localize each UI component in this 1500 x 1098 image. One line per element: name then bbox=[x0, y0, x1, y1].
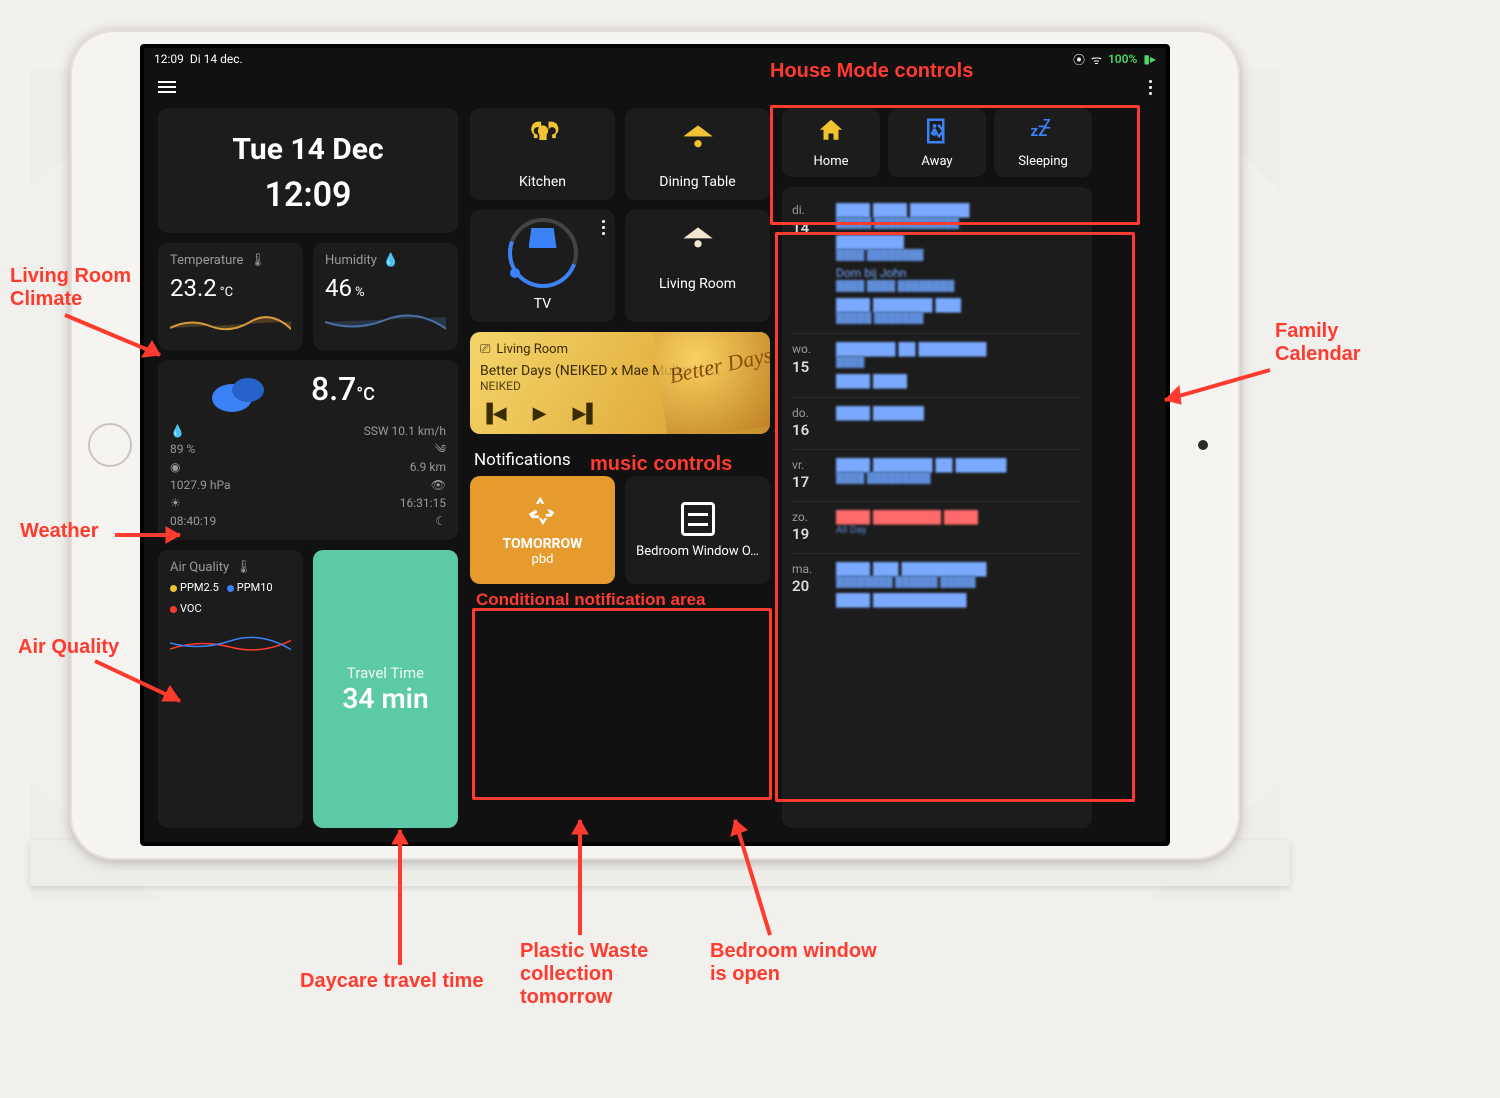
humidity-unit: % bbox=[355, 285, 365, 300]
battery-percent: 100% bbox=[1108, 52, 1137, 66]
annot-bedroom: Bedroom window is open bbox=[710, 940, 877, 986]
humidity-value: 46 bbox=[325, 274, 352, 302]
notifications-title: Notifications bbox=[470, 444, 770, 476]
left-column: Tue 14 Dec 12:09 Temperature 🌡 23.2°C Hu… bbox=[158, 108, 458, 828]
annot-daycare: Daycare travel time bbox=[300, 970, 483, 993]
overflow-icon[interactable] bbox=[1149, 80, 1152, 95]
wifi-icon: ⦿ bbox=[1073, 51, 1085, 68]
weather-visibility: 6.9 km bbox=[311, 458, 446, 476]
thermometer-icon: 🌡 bbox=[235, 560, 252, 575]
pendant-icon bbox=[529, 228, 557, 248]
recycle-icon bbox=[526, 494, 560, 532]
music-card[interactable]: ⎚ Living Room Better Days (NEIKED x Mae … bbox=[470, 332, 770, 434]
light-tv-label: TV bbox=[474, 296, 611, 312]
recycle-line2: pbd bbox=[532, 552, 554, 567]
light-living-label: Living Room bbox=[629, 276, 766, 292]
temperature-label: Temperature bbox=[170, 253, 243, 268]
battery-icon: ▮▸ bbox=[1143, 52, 1156, 66]
light-tv[interactable]: TV bbox=[470, 210, 615, 322]
travel-value: 34 min bbox=[325, 682, 446, 715]
temperature-unit: °C bbox=[220, 285, 233, 300]
notification-recycle[interactable]: TOMORROW pbd bbox=[470, 476, 615, 584]
notifications-section: Notifications TOMORROW pbd Bedroom Windo… bbox=[470, 444, 770, 584]
weather-temp: 8.7 bbox=[311, 370, 356, 408]
light-kitchen[interactable]: Kitchen bbox=[470, 108, 615, 200]
light-dining[interactable]: Dining Table bbox=[625, 108, 770, 200]
lamp-icon bbox=[676, 147, 720, 166]
prev-track-icon[interactable]: ▐◀ bbox=[480, 403, 507, 424]
cast-icon: ⎚ bbox=[480, 342, 490, 357]
bulb-icon bbox=[521, 147, 565, 166]
weather-sunrise: 08:40:19 bbox=[170, 512, 305, 530]
device-statusbar: 12:09 Di 14 dec. ⦿ ᯤ 100% ▮▸ bbox=[144, 48, 1166, 70]
droplet-icon: 💧 bbox=[383, 253, 399, 268]
travel-label: Travel Time bbox=[325, 664, 446, 682]
annot-box-notif bbox=[472, 608, 772, 800]
humidity-sparkline bbox=[325, 308, 446, 336]
annot-box-calendar bbox=[775, 232, 1135, 802]
window-icon bbox=[681, 502, 715, 536]
temperature-value: 23.2 bbox=[170, 274, 217, 302]
weather-temp-unit: °C bbox=[356, 384, 375, 405]
humidity-card[interactable]: Humidity 💧 46% bbox=[313, 243, 458, 350]
menu-icon[interactable] bbox=[158, 81, 176, 93]
humidity-label: Humidity bbox=[325, 253, 377, 268]
notification-window[interactable]: Bedroom Window O… bbox=[625, 476, 770, 584]
annot-box-house-mode bbox=[770, 105, 1140, 225]
weather-wind: SSW 10.1 km/h bbox=[311, 422, 446, 440]
time-big: 12:09 bbox=[170, 171, 446, 227]
light-kitchen-label: Kitchen bbox=[474, 174, 611, 190]
music-artist: NEIKED bbox=[480, 379, 760, 393]
weather-humidity: 89 % bbox=[170, 440, 305, 458]
music-target: Living Room bbox=[496, 342, 568, 357]
play-icon[interactable]: ▶ bbox=[533, 403, 547, 424]
datetime-card: Tue 14 Dec 12:09 bbox=[158, 108, 458, 233]
signal-icon: ᯤ bbox=[1091, 51, 1102, 68]
card-overflow-icon[interactable] bbox=[602, 220, 605, 235]
light-dining-label: Dining Table bbox=[629, 174, 766, 190]
annot-plastic: Plastic Waste collection tomorrow bbox=[520, 940, 648, 1009]
air-quality-sparkline bbox=[170, 621, 291, 655]
recycle-line1: TOMORROW bbox=[503, 536, 583, 552]
weather-sunset: 16:31:15 bbox=[311, 494, 446, 512]
status-date: Di 14 dec. bbox=[190, 52, 243, 66]
temperature-card[interactable]: Temperature 🌡 23.2°C bbox=[158, 243, 303, 350]
window-label: Bedroom Window O… bbox=[636, 544, 759, 559]
temperature-sparkline bbox=[170, 308, 291, 336]
tv-brightness-dial[interactable] bbox=[508, 218, 578, 288]
lamp-icon bbox=[676, 249, 720, 268]
weather-pressure: 1027.9 hPa bbox=[170, 476, 305, 494]
travel-time-card[interactable]: Travel Time 34 min bbox=[313, 550, 458, 828]
light-living[interactable]: Living Room bbox=[625, 210, 770, 322]
thermometer-icon: 🌡 bbox=[249, 253, 266, 268]
app-topbar bbox=[144, 70, 1166, 104]
date-big: Tue 14 Dec bbox=[170, 118, 446, 171]
annot-family-cal: Family Calendar bbox=[1275, 320, 1361, 366]
next-track-icon[interactable]: ▶▌ bbox=[572, 403, 599, 424]
tablet-home-button[interactable] bbox=[88, 423, 132, 467]
weather-card[interactable]: 8.7°C 💧 89 % ◉ 1027.9 hPa ☀ 08:40:19 SSW… bbox=[158, 360, 458, 540]
air-quality-label: Air Quality bbox=[170, 560, 229, 575]
air-quality-legend: PPM2.5 PPM10 VOC bbox=[170, 581, 291, 615]
status-time: 12:09 bbox=[154, 52, 184, 66]
weather-icon bbox=[170, 370, 305, 416]
